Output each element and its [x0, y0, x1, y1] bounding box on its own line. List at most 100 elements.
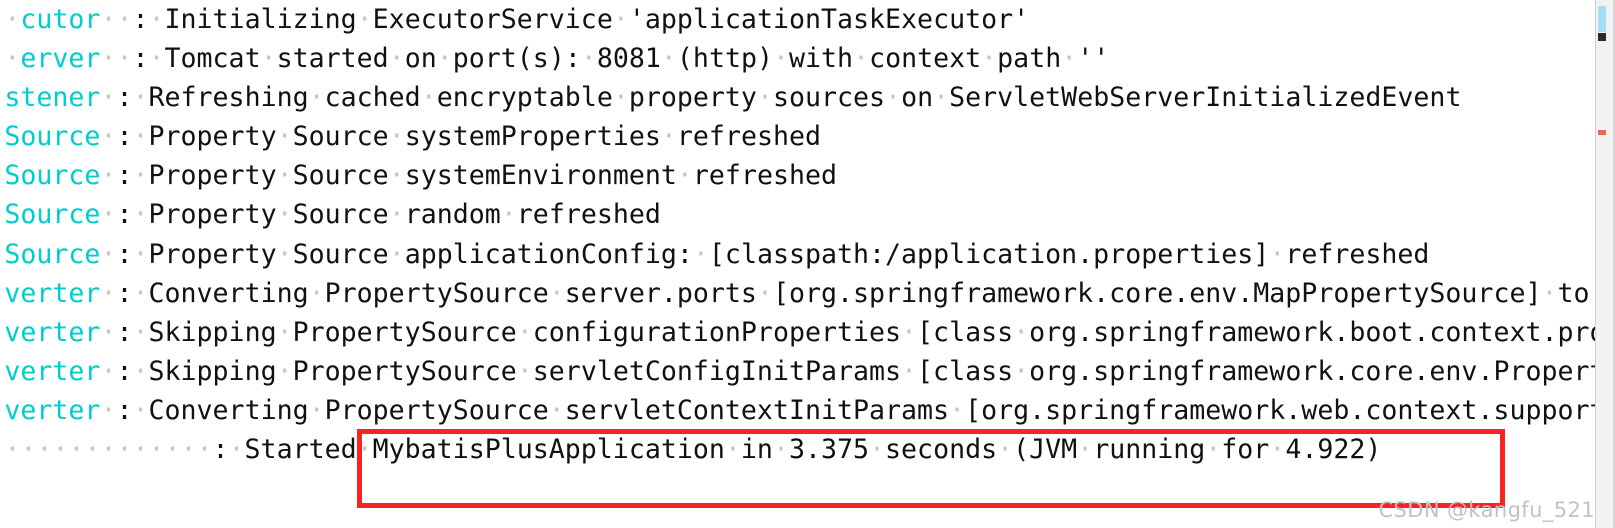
whitespace-dot: · — [516, 316, 533, 348]
log-colon-separator: : — [116, 160, 133, 192]
log-separator-padding: ·· — [100, 43, 133, 75]
log-colon-separator: : — [116, 121, 133, 153]
whitespace-dot: · — [580, 43, 597, 75]
whitespace-dot: · — [500, 199, 517, 231]
whitespace-dot: · — [516, 355, 533, 387]
log-separator-padding: · — [100, 199, 117, 231]
log-message-text: Tomcat·started·on·port(s):·8081·(http)·w… — [164, 43, 1110, 75]
log-line-left-padding: ··································· — [0, 43, 21, 75]
log-colon-separator: : — [116, 316, 133, 348]
log-logger-name: erver — [20, 43, 101, 75]
log-message-text: Property·Source·random·refreshed — [148, 199, 661, 231]
whitespace-dot: · — [901, 316, 918, 348]
whitespace-dot: · — [388, 121, 405, 153]
log-line[interactable]: ··································verter… — [0, 391, 1596, 430]
log-separator-padding: ······· — [100, 434, 213, 466]
log-line[interactable]: ··································verter… — [0, 313, 1596, 352]
log-line[interactable]: ··································Source… — [0, 235, 1596, 274]
whitespace-dot: · — [612, 4, 629, 35]
log-line-left-padding: ··································· — [0, 4, 21, 35]
whitespace-dot: · — [276, 160, 293, 192]
log-line[interactable]: ··································Source… — [0, 117, 1596, 156]
log-message-text: Converting·PropertySource·server.ports·[… — [149, 278, 1597, 309]
log-line[interactable]: ··································stener… — [0, 78, 1596, 117]
whitespace-dot: · — [276, 316, 293, 348]
whitespace-dot: · — [260, 43, 277, 75]
log-separator-padding: · — [100, 277, 117, 309]
log-message-gap: · — [132, 82, 149, 114]
log-logger-name: Source — [4, 238, 101, 270]
vertical-scrollbar-thumb[interactable] — [1598, 6, 1606, 32]
whitespace-dot: · — [981, 43, 998, 75]
log-separator-padding: · — [100, 121, 117, 153]
log-message-gap: · — [132, 394, 149, 426]
log-message-text: Property·Source·applicationConfig:·[clas… — [148, 238, 1430, 270]
whitespace-dot: · — [612, 82, 629, 114]
whitespace-dot: · — [660, 43, 677, 75]
whitespace-dot: · — [1061, 43, 1078, 75]
log-message-text: Started·MybatisPlusApplication·in·3.375·… — [244, 434, 1382, 466]
log-message-text: Property·Source·systemProperties·refresh… — [148, 121, 822, 153]
whitespace-dot: · — [949, 394, 966, 426]
whitespace-dot: · — [276, 121, 293, 153]
log-message-text: Converting·PropertySource·servletContext… — [148, 394, 1597, 426]
log-logger-name: verter — [4, 316, 101, 348]
whitespace-dot: · — [933, 82, 950, 114]
log-lines-container: ···································cutor… — [0, 0, 1596, 469]
log-message-text: Skipping·PropertySource·servletConfigIni… — [148, 355, 1597, 387]
log-separator-padding: · — [100, 394, 117, 426]
log-colon-separator: : — [132, 4, 149, 35]
log-line[interactable]: ··································verter… — [0, 352, 1596, 391]
log-message-gap: · — [132, 355, 149, 387]
log-colon-separator: : — [212, 434, 229, 466]
log-separator-padding: · — [100, 238, 117, 270]
log-message-gap: · — [132, 277, 149, 309]
whitespace-dot: · — [756, 82, 773, 114]
log-line[interactable]: ··································verter… — [0, 274, 1596, 313]
whitespace-dot: · — [901, 355, 918, 387]
log-colon-separator: : — [116, 394, 133, 426]
scrollbar-warning-marker-icon[interactable] — [1598, 130, 1606, 135]
log-line[interactable]: ········································… — [0, 430, 1596, 469]
log-line[interactable]: ···································cutor… — [0, 0, 1596, 39]
whitespace-dot: · — [676, 160, 693, 192]
log-message-text: Refreshing·cached·encryptable·property·s… — [148, 82, 1462, 114]
log-colon-separator: : — [116, 355, 133, 387]
log-line[interactable]: ··································Source… — [0, 195, 1596, 234]
whitespace-dot: · — [388, 160, 405, 192]
whitespace-dot: · — [388, 238, 405, 270]
whitespace-dot: · — [388, 43, 405, 75]
whitespace-dot: · — [1205, 434, 1222, 466]
whitespace-dot: · — [885, 82, 902, 114]
whitespace-dot: · — [660, 121, 677, 153]
whitespace-dot: · — [420, 82, 437, 114]
whitespace-dot: · — [308, 394, 325, 426]
scrollbar-error-marker-icon[interactable] — [1598, 33, 1606, 41]
whitespace-dot: · — [388, 199, 405, 231]
log-message-gap: · — [132, 316, 149, 348]
whitespace-dot: · — [1269, 434, 1286, 466]
log-logger-name: verter — [4, 277, 101, 309]
log-output-viewport[interactable]: ···································cutor… — [0, 0, 1596, 528]
log-message-gap: · — [148, 43, 165, 75]
log-logger-name: cutor — [20, 4, 101, 35]
whitespace-dot: · — [853, 43, 870, 75]
log-logger-name: Source — [4, 160, 101, 192]
log-separator-padding: · — [100, 160, 117, 192]
log-line[interactable]: ··································Source… — [0, 156, 1596, 195]
watermark-text: CSDN @kangfu_521 — [1378, 498, 1595, 522]
whitespace-dot: · — [724, 434, 741, 466]
whitespace-dot: · — [276, 355, 293, 387]
log-message-text: Property·Source·systemEnvironment·refres… — [148, 160, 838, 192]
log-message-gap: · — [132, 199, 149, 231]
whitespace-dot: · — [773, 43, 790, 75]
log-colon-separator: : — [132, 43, 149, 75]
whitespace-dot: · — [436, 43, 453, 75]
whitespace-dot: · — [869, 434, 886, 466]
whitespace-dot: · — [772, 434, 789, 466]
log-separator-padding: · — [100, 82, 117, 114]
log-message-gap: · — [132, 121, 149, 153]
console-log-panel: ···································cutor… — [0, 0, 1615, 528]
log-line[interactable]: ···································erver… — [0, 39, 1596, 78]
log-colon-separator: : — [116, 82, 133, 114]
